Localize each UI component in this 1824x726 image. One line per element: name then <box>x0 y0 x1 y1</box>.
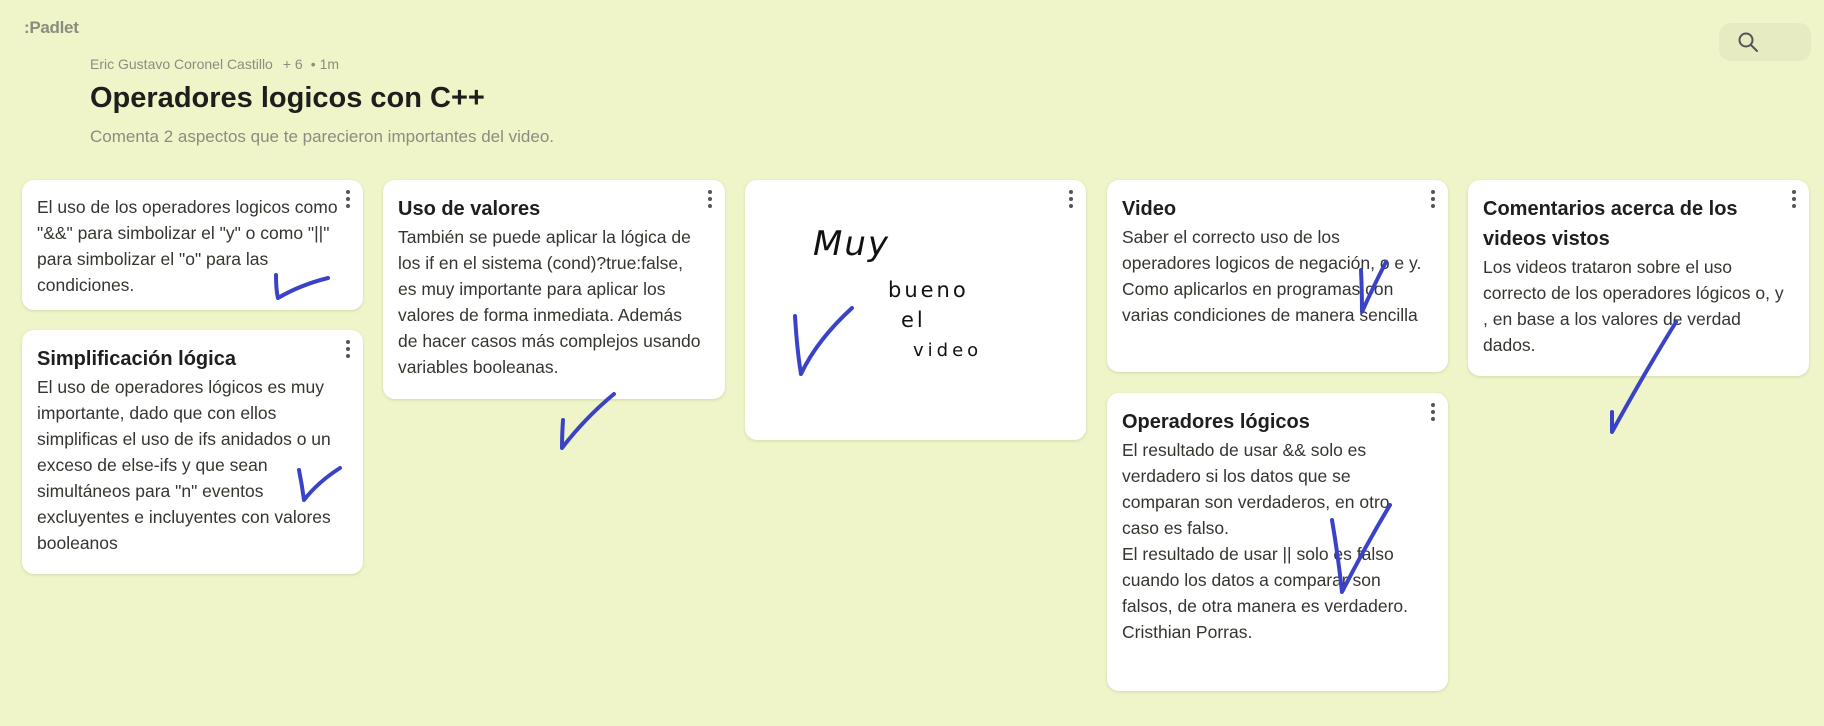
post-body: Saber el correcto uso de los operadores … <box>1122 227 1422 325</box>
checkmark-icon <box>793 306 854 376</box>
handwriting-line-3: el <box>901 308 926 332</box>
post-title: Uso de valores <box>398 198 541 220</box>
post-body: El uso de operadores lógicos es muy impo… <box>37 377 331 553</box>
meta-separator: • <box>310 56 316 72</box>
post-title: Comentarios acerca de los videos vistos <box>1483 198 1738 250</box>
post-body: Los videos trataron sobre el uso correct… <box>1483 257 1784 355</box>
padlet-logo[interactable]: :Padlet <box>24 18 79 38</box>
post-menu-button[interactable] <box>345 190 351 208</box>
post-card[interactable]: El uso de los operadores logicos como "&… <box>22 180 363 310</box>
post-card[interactable]: Comentarios acerca de los videos vistos … <box>1468 180 1809 376</box>
post-menu-button[interactable] <box>345 340 351 358</box>
post-body: El resultado de usar && solo es verdader… <box>1122 440 1408 642</box>
author-name[interactable]: Eric Gustavo Coronel Castillo <box>90 56 273 72</box>
more-vertical-icon <box>346 340 350 344</box>
more-vertical-icon <box>1431 403 1435 407</box>
more-vertical-icon <box>346 190 350 194</box>
post-menu-button[interactable] <box>1430 190 1436 208</box>
post-card[interactable]: Simplificación lógica El uso de operador… <box>22 330 363 574</box>
padlet-header: Eric Gustavo Coronel Castillo + 6 • 1m O… <box>90 56 554 147</box>
post-body: También se puede aplicar la lógica de lo… <box>398 227 701 377</box>
post-body: El uso de los operadores logicos como "&… <box>37 197 338 295</box>
last-updated: 1m <box>319 56 340 72</box>
post-title: Simplificación lógica <box>37 348 236 370</box>
handwriting-line-2: bueno <box>888 278 969 302</box>
padlet-meta: Eric Gustavo Coronel Castillo + 6 • 1m <box>90 56 554 72</box>
search-icon <box>1738 32 1758 52</box>
drawing-post-card[interactable]: Muy bueno el video <box>745 180 1086 440</box>
handwritten-drawing: Muy bueno el video <box>793 224 982 376</box>
checkmark-icon <box>560 392 616 450</box>
post-card[interactable]: Uso de valores También se puede aplicar … <box>383 180 725 399</box>
post-menu-button[interactable] <box>1791 190 1797 208</box>
handwriting-line-1: Muy <box>813 224 890 264</box>
page-title: Operadores logicos con C++ <box>90 82 485 114</box>
page-description: Comenta 2 aspectos que te parecieron imp… <box>90 127 554 146</box>
more-vertical-icon <box>1431 190 1435 194</box>
contributors-count[interactable]: + 6 <box>283 56 303 72</box>
more-vertical-icon <box>708 190 712 194</box>
post-title: Operadores lógicos <box>1122 411 1310 433</box>
handwriting-line-4: video <box>913 340 982 361</box>
more-vertical-icon <box>1792 190 1796 194</box>
search-button[interactable] <box>1719 23 1811 61</box>
post-card[interactable]: Video Saber el correcto uso de los opera… <box>1107 180 1448 372</box>
post-title: Video <box>1122 198 1177 220</box>
post-card[interactable]: Operadores lógicos El resultado de usar … <box>1107 393 1448 691</box>
post-menu-button[interactable] <box>707 190 713 208</box>
post-menu-button[interactable] <box>1430 403 1436 421</box>
